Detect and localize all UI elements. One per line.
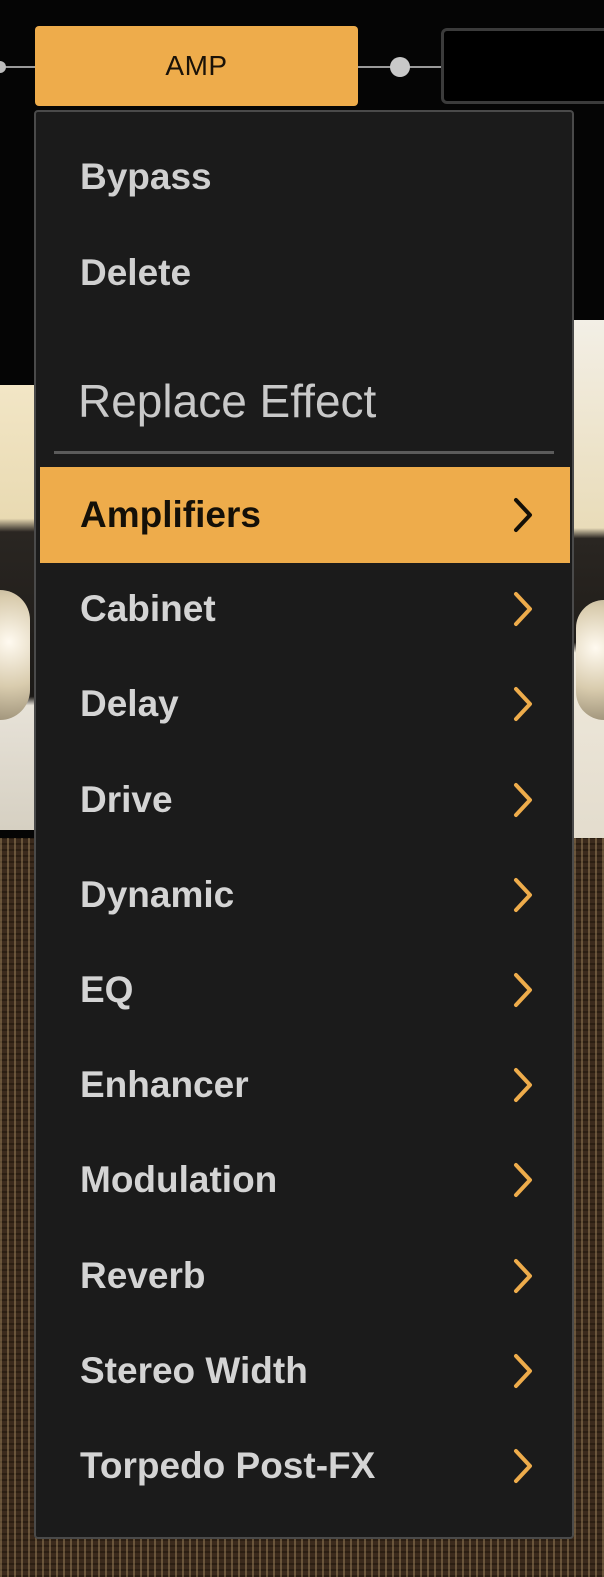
category-label: Torpedo Post-FX	[80, 1445, 376, 1486]
category-label: Drive	[80, 778, 173, 820]
chevron-right-icon	[514, 1449, 532, 1483]
chevron-right-icon	[514, 877, 532, 912]
category-item-dynamic[interactable]: Dynamic	[40, 848, 570, 942]
menu-divider	[54, 451, 554, 454]
chain-node[interactable]	[390, 57, 410, 77]
category-label: Enhancer	[80, 1064, 249, 1106]
chain-connector-left	[0, 66, 40, 68]
category-item-modulation[interactable]: Modulation	[40, 1133, 570, 1227]
category-item-drive[interactable]: Drive	[40, 753, 570, 847]
replace-effect-heading: Replace Effect	[78, 375, 377, 427]
chevron-right-icon	[514, 687, 532, 722]
category-label: EQ	[80, 969, 134, 1010]
category-label: Modulation	[80, 1159, 278, 1201]
category-item-reverb[interactable]: Reverb	[40, 1229, 570, 1323]
chevron-right-icon	[514, 592, 532, 627]
category-item-torpedo-post-fx[interactable]: Torpedo Post-FX	[40, 1419, 570, 1513]
category-label: Stereo Width	[80, 1349, 308, 1391]
chevron-right-icon	[514, 782, 532, 817]
category-item-amplifiers[interactable]: Amplifiers	[40, 467, 570, 563]
chain-node-left	[0, 61, 6, 73]
category-label: Delay	[80, 683, 179, 725]
bypass-menu-item[interactable]: Bypass	[80, 156, 212, 198]
category-label: Reverb	[80, 1254, 206, 1296]
amp-panel-background-right	[570, 320, 604, 840]
delete-menu-item[interactable]: Delete	[80, 252, 191, 294]
chevron-right-icon	[514, 973, 532, 1007]
category-item-cabinet[interactable]: Cabinet	[40, 562, 570, 656]
chevron-right-icon	[514, 1353, 532, 1388]
amp-knob-right	[576, 600, 604, 720]
category-label: Amplifiers	[80, 494, 261, 535]
chevron-right-icon	[514, 1163, 532, 1198]
chevron-right-icon	[514, 1258, 532, 1293]
category-label: Dynamic	[80, 873, 235, 915]
empty-effect-slot[interactable]	[441, 28, 604, 104]
chevron-right-icon	[514, 1068, 532, 1103]
category-label: Cabinet	[80, 588, 216, 630]
amp-knob-left	[0, 590, 30, 720]
category-item-enhancer[interactable]: Enhancer	[40, 1038, 570, 1132]
category-item-eq[interactable]: EQ	[40, 943, 570, 1037]
category-item-delay[interactable]: Delay	[40, 657, 570, 751]
category-item-stereo-width[interactable]: Stereo Width	[40, 1324, 570, 1418]
chevron-right-icon	[514, 498, 532, 532]
amp-effect-block[interactable]: AMP	[35, 26, 358, 106]
effect-context-menu: Bypass Delete Replace Effect Amplifiers C…	[34, 110, 574, 1539]
